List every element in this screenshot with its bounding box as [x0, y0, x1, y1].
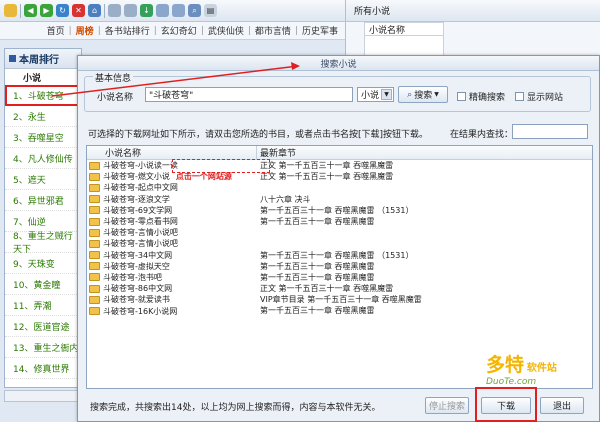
watermark-brand: 多特 — [486, 354, 525, 376]
watermark-sub: 软件站 — [526, 363, 557, 374]
watermark-url: DuoTe.com — [486, 377, 537, 387]
watermark-logo: 多特 软件站 DuoTe.com — [486, 350, 586, 398]
